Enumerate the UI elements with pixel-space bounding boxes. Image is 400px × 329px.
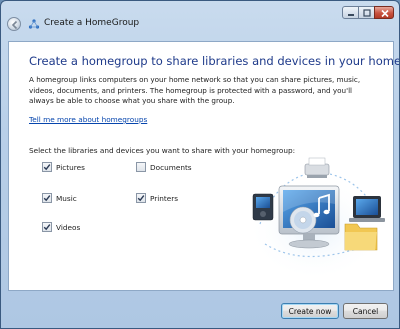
back-button[interactable]: [7, 17, 21, 31]
description-text: A homegroup links computers on your home…: [29, 75, 361, 105]
checkbox-videos-label: Videos: [56, 222, 81, 232]
checkbox-documents[interactable]: Documents: [136, 162, 192, 172]
checkbox-music-box[interactable]: [42, 193, 52, 203]
folder-icon: [344, 223, 378, 251]
checkbox-printers-box[interactable]: [136, 193, 146, 203]
button-bar: Create now Cancel: [8, 297, 394, 325]
printer-icon: [304, 157, 330, 178]
checkbox-videos[interactable]: Videos: [42, 222, 80, 232]
checkmark-icon: [43, 164, 51, 171]
checkbox-pictures-label: Pictures: [56, 162, 85, 172]
laptop-icon: [349, 196, 385, 222]
back-arrow-icon: [11, 20, 18, 30]
disc-icon: [289, 206, 317, 234]
media-device-icon: [252, 193, 274, 221]
homegroup-devices-illustration: [247, 157, 385, 276]
checkmark-icon: [137, 195, 145, 202]
minimize-button[interactable]: [342, 6, 359, 19]
homegroup-window: Create a HomeGroup Create a homegroup to…: [0, 0, 400, 329]
checkmark-icon: [43, 195, 51, 202]
checkbox-music-label: Music: [56, 193, 77, 203]
create-now-button[interactable]: Create now: [281, 303, 339, 319]
close-button[interactable]: [374, 6, 394, 19]
checkbox-pictures-box[interactable]: [42, 162, 52, 172]
content-panel: Create a homegroup to share libraries an…: [8, 41, 399, 291]
checkbox-printers[interactable]: Printers: [136, 193, 178, 203]
checkbox-documents-box[interactable]: [136, 162, 146, 172]
homegroup-icon: [28, 19, 40, 29]
learn-more-link[interactable]: Tell me more about homegroups: [29, 115, 147, 124]
close-icon: [381, 9, 389, 18]
checkbox-documents-label: Documents: [150, 162, 192, 172]
cancel-button[interactable]: Cancel: [343, 303, 388, 319]
window-title: Create a HomeGroup: [44, 18, 140, 28]
checkbox-videos-box[interactable]: [42, 222, 52, 232]
checkbox-printers-label: Printers: [150, 193, 179, 203]
maximize-button[interactable]: [358, 6, 375, 19]
page-heading: Create a homegroup to share libraries an…: [29, 54, 400, 68]
checkbox-music[interactable]: Music: [42, 193, 77, 203]
title-bar: Create a HomeGroup: [1, 1, 399, 41]
checkmark-icon: [43, 224, 51, 231]
checkbox-pictures[interactable]: Pictures: [42, 162, 85, 172]
